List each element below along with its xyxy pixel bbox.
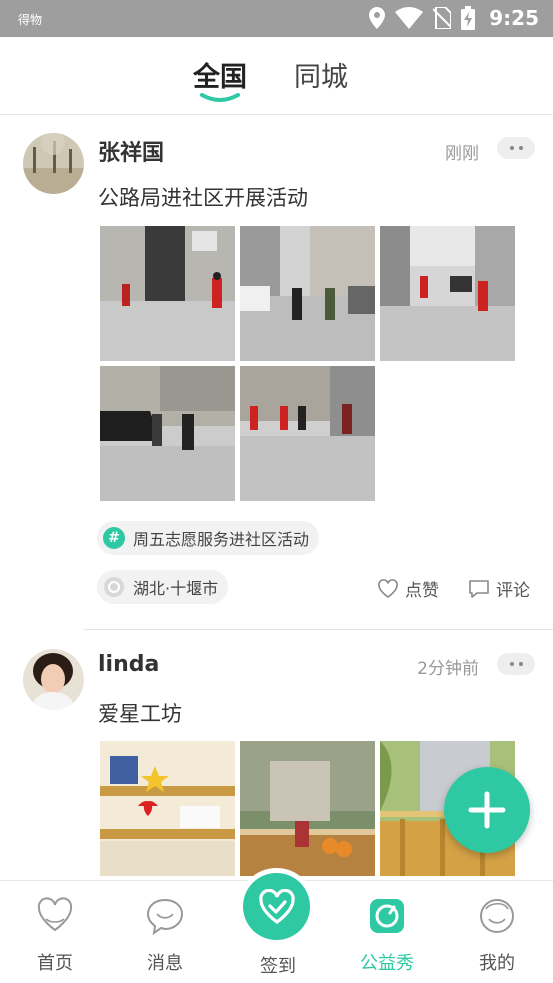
- nav-label: 消息: [147, 953, 183, 974]
- post-photo[interactable]: [240, 226, 375, 361]
- status-bar: 得物 9:25: [0, 0, 553, 37]
- more-options-button[interactable]: [497, 653, 535, 675]
- comment-icon: [469, 579, 489, 598]
- wifi-icon: [395, 7, 424, 29]
- location-label: 湖北·十堰市: [133, 579, 219, 598]
- heart-icon: [378, 578, 398, 598]
- dot-icon: [509, 146, 514, 150]
- heart-outline-icon: [37, 897, 73, 932]
- comment-button[interactable]: 评论: [468, 576, 530, 601]
- post-content: 公路局进社区开展活动: [98, 186, 308, 210]
- active-tab-indicator: [200, 93, 240, 102]
- like-button[interactable]: 点赞: [377, 576, 439, 601]
- nav-label: 公益秀: [360, 953, 414, 974]
- nav-label: 首页: [37, 953, 73, 974]
- tab-nationwide[interactable]: 全国: [193, 55, 247, 94]
- location-tag[interactable]: 湖北·十堰市: [97, 570, 229, 604]
- post-photo[interactable]: [240, 741, 375, 876]
- more-options-button[interactable]: [497, 137, 535, 159]
- plus-icon: [468, 791, 506, 829]
- camera-circle-icon: [370, 899, 404, 933]
- comment-label: 评论: [496, 581, 530, 601]
- bottom-nav: 首页 消息 签到 公益秀 我的: [0, 873, 553, 983]
- clock: 9:25: [489, 6, 539, 30]
- location-icon: [369, 7, 386, 29]
- create-post-button[interactable]: [444, 767, 530, 853]
- post-photo[interactable]: [100, 741, 235, 876]
- photo-grid: [100, 226, 516, 501]
- heart-check-icon: [258, 888, 295, 924]
- post-card: 张祥国 刚刚 公路局进社区开展活动 # 周五志愿服务进社区活动 湖北·十堰市 点…: [0, 115, 553, 630]
- avatar[interactable]: [23, 649, 84, 710]
- post-time: 刚刚: [445, 144, 479, 164]
- dot-icon: [509, 662, 514, 666]
- post-photo[interactable]: [100, 226, 235, 361]
- avatar[interactable]: [23, 133, 84, 194]
- post-username[interactable]: 张祥国: [98, 135, 164, 167]
- topic-tag[interactable]: # 周五志愿服务进社区活动: [97, 521, 320, 555]
- topic-label: 周五志愿服务进社区活动: [133, 530, 310, 549]
- no-sim-icon: [433, 7, 452, 29]
- feed-tabs: 全国 同城: [0, 37, 553, 115]
- chat-face-icon: [146, 898, 184, 935]
- nav-label: 我的: [479, 953, 515, 974]
- post-photo[interactable]: [100, 366, 235, 501]
- battery-charging-icon: [461, 6, 476, 30]
- post-username[interactable]: linda: [98, 652, 159, 677]
- post-time: 2分钟前: [417, 659, 479, 679]
- nav-label: 签到: [260, 956, 296, 977]
- post-content: 爱星工坊: [98, 702, 182, 726]
- carrier-label: 得物: [18, 13, 43, 27]
- hashtag-icon: #: [103, 527, 125, 549]
- smiley-face-icon: [480, 899, 514, 933]
- dot-icon: [518, 662, 523, 666]
- post-photo[interactable]: [380, 226, 515, 361]
- tab-same-city[interactable]: 同城: [294, 55, 348, 94]
- like-label: 点赞: [405, 581, 439, 601]
- dot-icon: [518, 146, 523, 150]
- location-pin-icon: [104, 577, 124, 597]
- post-photo[interactable]: [240, 366, 375, 501]
- check-in-button[interactable]: [243, 873, 310, 940]
